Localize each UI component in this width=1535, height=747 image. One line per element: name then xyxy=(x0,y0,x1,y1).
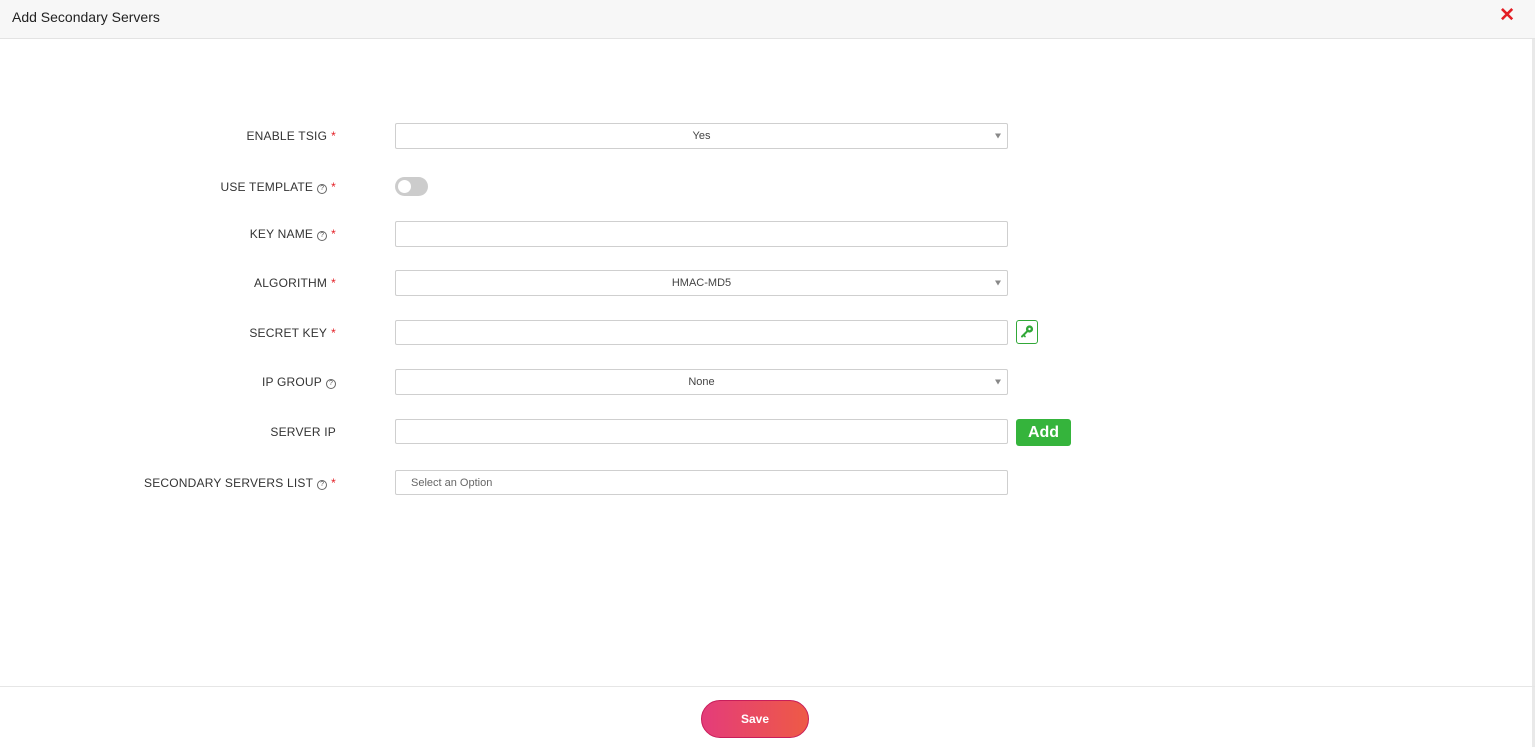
required-asterisk: * xyxy=(331,179,336,194)
algorithm-row: ALGORITHM * HMAC-MD5 xyxy=(0,270,1535,296)
dialog-title: Add Secondary Servers xyxy=(12,9,160,25)
use-template-label: USE TEMPLATE? * xyxy=(220,179,336,194)
key-name-input[interactable] xyxy=(395,221,1008,247)
secondary-servers-list-placeholder: Select an Option xyxy=(411,476,493,489)
enable-tsig-label: ENABLE TSIG * xyxy=(246,129,336,143)
ip-group-row: IP GROUP? None xyxy=(0,369,1535,395)
required-asterisk: * xyxy=(331,326,336,340)
close-icon[interactable]: ✕ xyxy=(1499,6,1515,26)
server-ip-label: SERVER IP xyxy=(270,425,336,439)
secondary-servers-list-row: SECONDARY SERVERS LIST? * Select an Optio… xyxy=(0,470,1535,496)
enable-tsig-row: ENABLE TSIG * Yes xyxy=(0,123,1535,149)
enable-tsig-value: Yes xyxy=(692,130,711,142)
secondary-servers-list-select[interactable]: Select an Option xyxy=(395,470,1008,495)
ip-group-label: IP GROUP? xyxy=(262,375,336,389)
dialog-header: Add Secondary Servers ✕ xyxy=(0,0,1535,39)
key-name-label: KEY NAME? * xyxy=(249,227,336,241)
key-icon xyxy=(1021,325,1034,338)
algorithm-value: HMAC-MD5 xyxy=(671,277,732,289)
required-asterisk: * xyxy=(331,227,336,241)
required-asterisk: * xyxy=(331,129,336,143)
secondary-servers-list-label: SECONDARY SERVERS LIST? * xyxy=(144,476,336,490)
save-button[interactable]: Save xyxy=(701,700,809,738)
server-ip-input[interactable] xyxy=(395,419,1008,444)
enable-tsig-select[interactable]: Yes xyxy=(395,123,1008,149)
required-asterisk: * xyxy=(331,276,336,290)
add-server-ip-button[interactable]: Add xyxy=(1016,419,1071,446)
secret-key-input[interactable] xyxy=(395,320,1008,345)
use-template-toggle[interactable] xyxy=(395,177,428,196)
secret-key-row: SECRET KEY * xyxy=(0,320,1535,346)
key-name-row: KEY NAME? * xyxy=(0,221,1535,247)
algorithm-label: ALGORITHM * xyxy=(253,276,336,290)
help-icon[interactable]: ? xyxy=(317,480,328,490)
caret-down-icon xyxy=(995,379,1001,385)
help-icon[interactable]: ? xyxy=(317,183,328,194)
ip-group-select[interactable]: None xyxy=(395,369,1008,395)
caret-down-icon xyxy=(995,280,1001,286)
help-icon[interactable]: ? xyxy=(326,379,336,389)
dialog-footer: Save xyxy=(0,686,1535,747)
toggle-knob xyxy=(398,180,411,193)
algorithm-select[interactable]: HMAC-MD5 xyxy=(395,270,1008,296)
secret-key-label: SECRET KEY * xyxy=(249,326,336,340)
caret-down-icon xyxy=(995,133,1001,139)
required-asterisk: * xyxy=(331,476,336,490)
use-template-row: USE TEMPLATE? * xyxy=(0,177,1535,196)
ip-group-value: None xyxy=(688,376,715,388)
server-ip-row: SERVER IP Add xyxy=(0,419,1535,446)
generate-key-button[interactable] xyxy=(1016,320,1038,344)
help-icon[interactable]: ? xyxy=(317,231,328,241)
